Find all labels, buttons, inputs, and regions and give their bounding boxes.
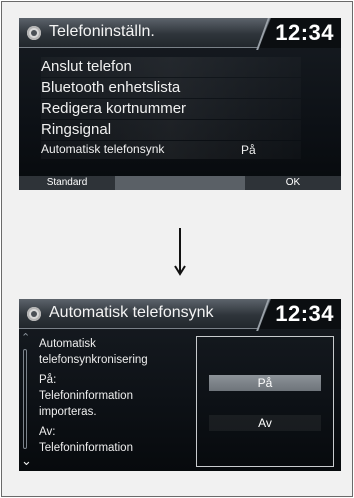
chevron-down-icon[interactable]: ⌄	[21, 454, 32, 467]
description-text: Automatisk telefonsynkronisering På: Tel…	[39, 336, 189, 456]
screen-title: Automatisk telefonsynk	[49, 304, 214, 321]
description-line: Telefoninformation	[39, 442, 133, 454]
auto-phone-sync-screen: Automatisk telefonsynk 12:34 ⌃ ⌄ Automat…	[19, 299, 341, 471]
menu-item-label: Ringsignal	[41, 121, 112, 138]
option-on[interactable]: På	[209, 375, 321, 391]
option-list: På Av	[196, 336, 334, 467]
menu-item-label: Anslut telefon	[41, 58, 132, 75]
ok-button[interactable]: OK	[245, 176, 341, 190]
menu-item-value: På	[241, 143, 256, 157]
menu-item-auto-phone-sync[interactable]: Automatisk telefonsynk På	[41, 141, 301, 159]
phone-settings-screen: Telefoninställn. 12:34 Anslut telefon Bl…	[19, 18, 341, 190]
menu-item-label: Automatisk telefonsynk	[41, 142, 165, 156]
description-line: telefonsynkronisering	[39, 354, 148, 366]
title-bar: Automatisk telefonsynk 12:34	[19, 299, 341, 331]
menu-item-connect-phone[interactable]: Anslut telefon	[41, 57, 301, 77]
option-off[interactable]: Av	[209, 415, 321, 431]
menu-item-label: Redigera kortnummer	[41, 100, 187, 117]
menu-item-label: Bluetooth enhetslista	[41, 79, 181, 96]
figure-frame: Telefoninställn. 12:34 Anslut telefon Bl…	[1, 1, 353, 497]
gear-icon	[27, 307, 41, 321]
chevron-up-icon[interactable]: ⌃	[21, 333, 30, 344]
menu-item-bluetooth-device-list[interactable]: Bluetooth enhetslista	[41, 78, 301, 98]
description-line: importeras.	[39, 406, 97, 418]
screen-title: Telefoninställn.	[49, 23, 155, 40]
description-line: På:	[39, 374, 57, 386]
clock: 12:34	[275, 20, 334, 45]
default-button[interactable]: Standard	[19, 176, 115, 190]
arrow-down-icon	[174, 228, 186, 276]
description-line: Automatisk	[39, 338, 96, 350]
description-line: Telefoninformation	[39, 390, 133, 402]
menu-item-edit-speed-dial[interactable]: Redigera kortnummer	[41, 99, 301, 119]
scrollbar[interactable]	[23, 349, 27, 449]
clock: 12:34	[275, 301, 334, 326]
description-line: Av:	[39, 426, 56, 438]
gear-icon	[27, 26, 41, 40]
title-bar: Telefoninställn. 12:34	[19, 18, 341, 50]
menu-item-ringtone[interactable]: Ringsignal	[41, 120, 301, 140]
